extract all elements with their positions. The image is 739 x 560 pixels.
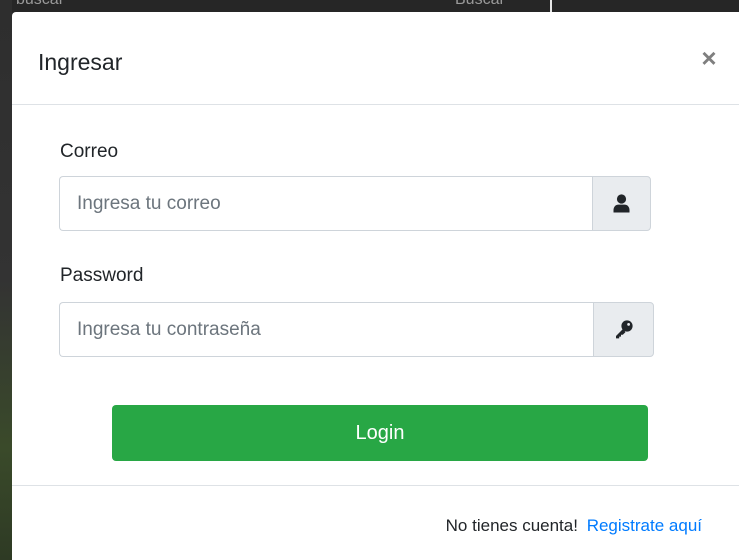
background-divider: [550, 0, 552, 12]
email-label: Correo: [60, 141, 119, 162]
background-search-input: buscar: [16, 0, 64, 9]
user-icon: [592, 176, 651, 231]
password-input-group: [59, 302, 654, 357]
close-icon[interactable]: ×: [694, 42, 724, 74]
modal-header: Ingresar ×: [12, 12, 739, 105]
user-icon-svg: [613, 194, 630, 213]
no-account-text: No tienes cuenta!: [445, 516, 578, 535]
background-search-button: Buscar: [455, 0, 505, 9]
modal-footer-divider: [12, 485, 739, 486]
login-modal: Ingresar × Correo Password Login No tien…: [12, 12, 739, 560]
password-field[interactable]: [59, 302, 594, 357]
register-link[interactable]: Registrate aquí: [587, 516, 702, 535]
modal-title: Ingresar: [38, 49, 123, 75]
key-icon-svg: [615, 320, 633, 339]
key-icon: [593, 302, 654, 357]
background-navbar: buscar Buscar: [0, 0, 739, 12]
email-field[interactable]: [59, 176, 593, 231]
modal-footer: No tienes cuenta! Registrate aquí: [446, 515, 702, 537]
email-input-group: [59, 176, 651, 231]
background-left-edge: [0, 0, 12, 560]
login-button[interactable]: Login: [112, 405, 648, 461]
password-label: Password: [60, 265, 144, 286]
